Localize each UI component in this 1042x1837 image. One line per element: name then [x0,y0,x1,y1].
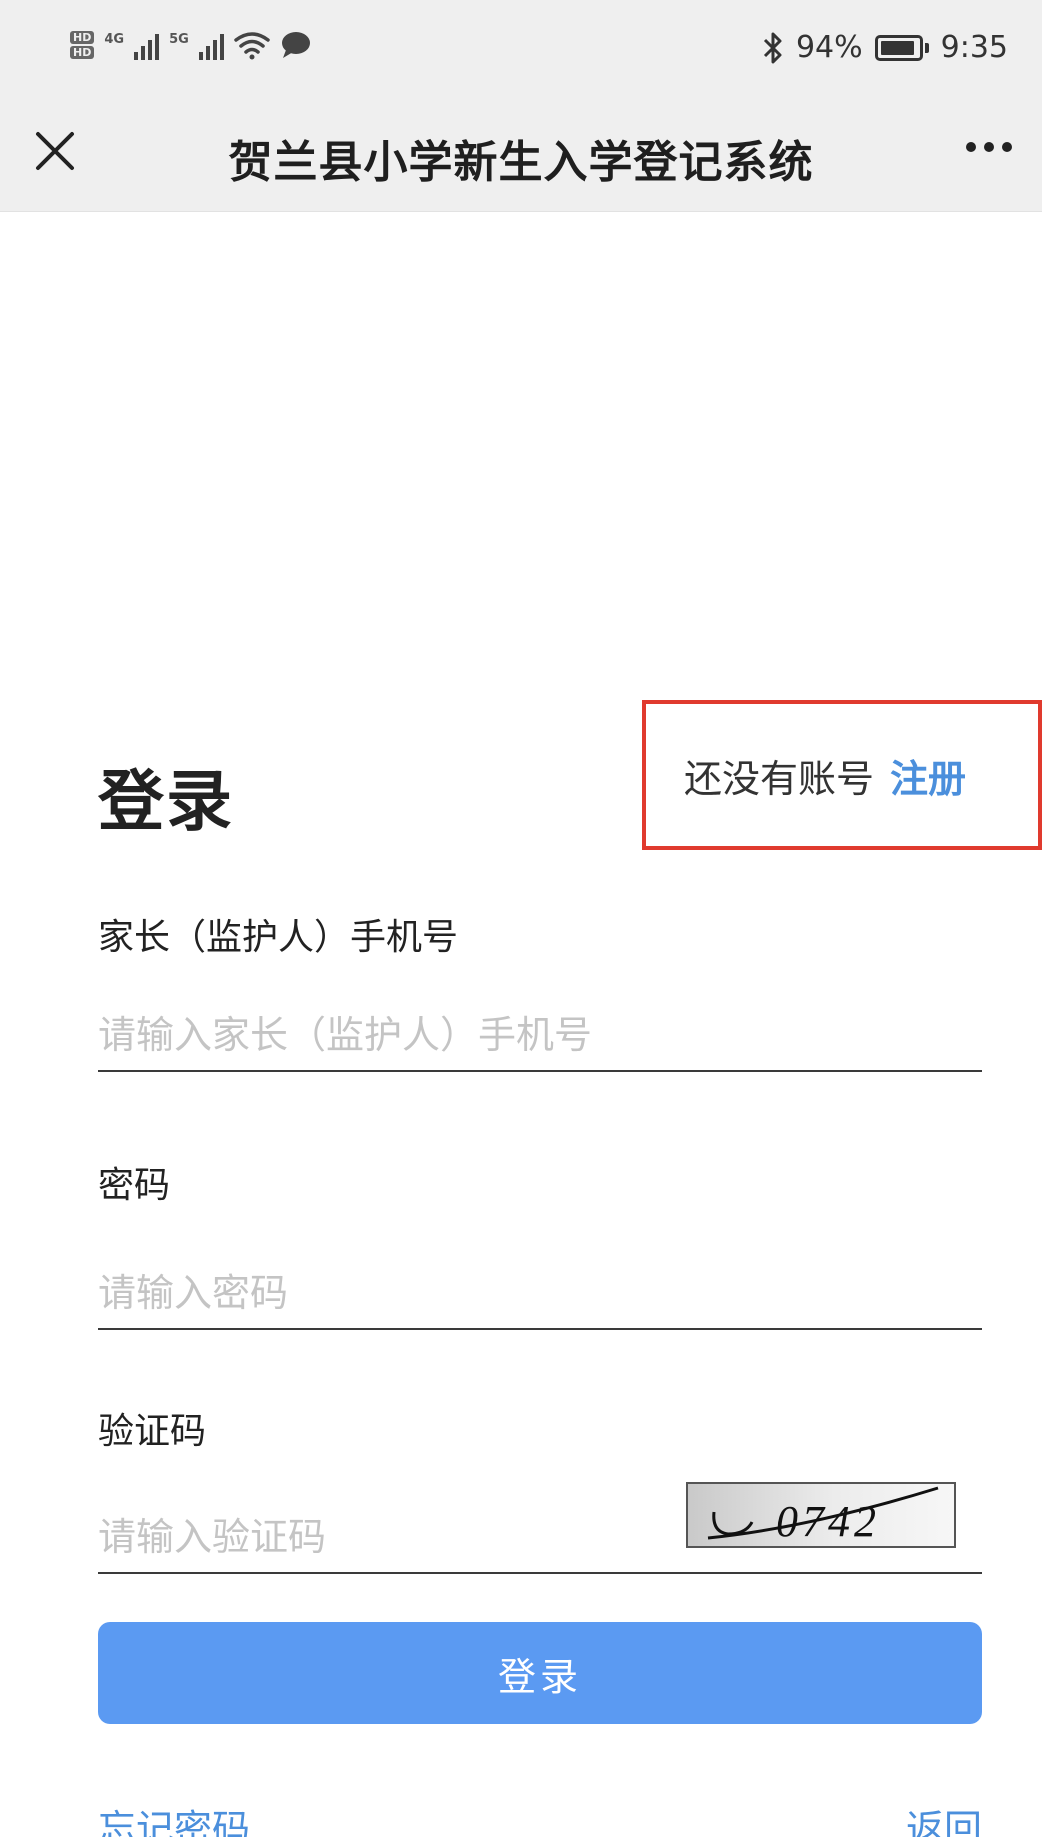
status-bar: HD HD 4G 5G 94% 9:35 [0,0,1042,96]
battery-icon [874,34,929,61]
register-link[interactable]: 注册 [890,748,966,803]
phone-input[interactable] [98,1000,982,1072]
bluetooth-icon [763,32,782,63]
register-highlight-box: 还没有账号 注册 [642,700,1042,850]
captcha-text: 0742 [776,1497,880,1546]
status-left-group: HD HD 4G 5G [70,30,312,60]
wifi-icon [234,32,270,60]
page-title: 贺兰县小学新生入学登记系统 [228,137,814,188]
nav-bar: 贺兰县小学新生入学登记系统 [0,96,1042,212]
password-input[interactable] [98,1258,982,1330]
status-right-group: 94% 9:35 [762,30,1008,65]
battery-percent: 94% [795,30,863,65]
back-link[interactable]: 返回 [906,1798,982,1837]
phone-label: 家长（监护人）手机号 [98,917,459,958]
password-label: 密码 [98,1165,171,1206]
more-icon[interactable] [966,142,1012,152]
register-prompt: 还没有账号 [684,756,875,801]
forgot-password-link[interactable]: 忘记密码 [98,1798,250,1837]
signal-icon [134,30,160,60]
network-type-1: 4G [104,32,125,47]
captcha-image[interactable]: 0742 [686,1482,956,1548]
captcha-label: 验证码 [98,1411,207,1452]
chat-icon [281,32,310,58]
network-type-2: 5G [169,32,189,47]
clock: 9:35 [940,30,1008,65]
signal-icon-2 [198,30,224,60]
hd-voice-icon: HD HD [70,31,95,59]
login-heading: 登录 [98,763,234,840]
login-button[interactable]: 登录 [98,1622,982,1724]
